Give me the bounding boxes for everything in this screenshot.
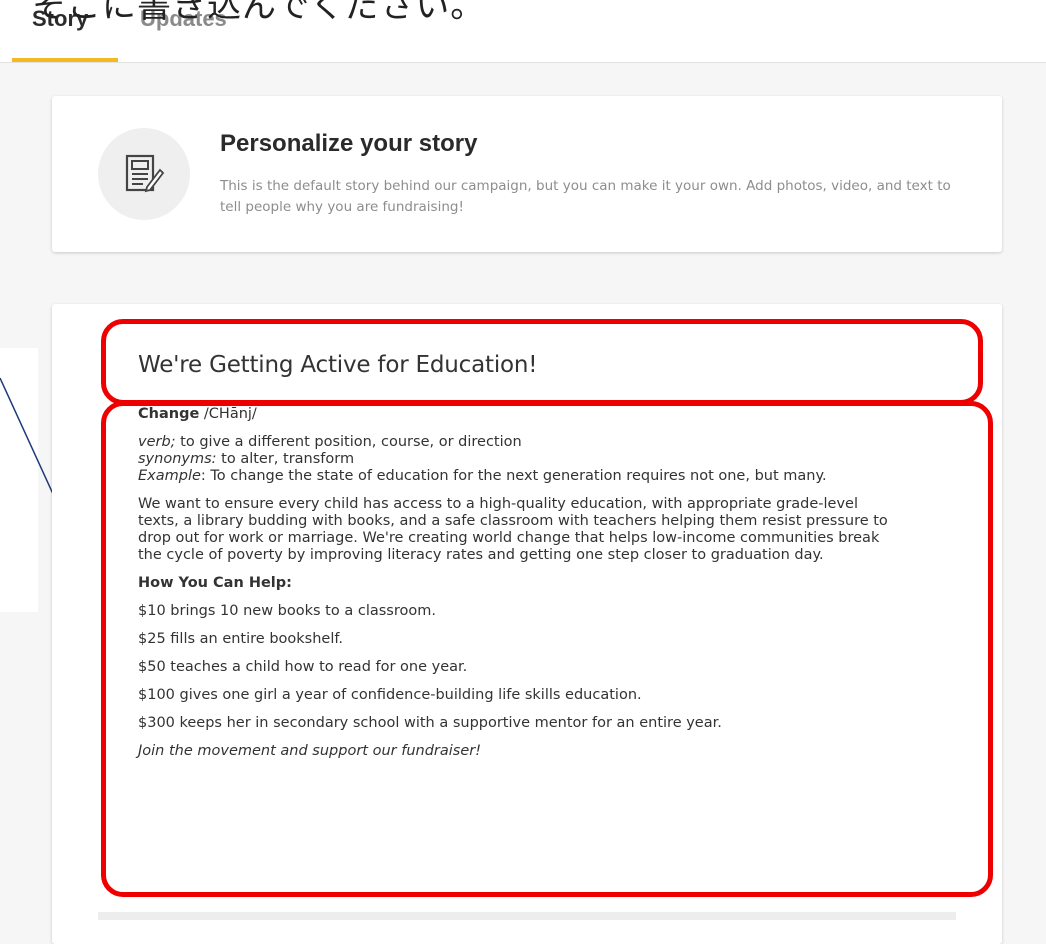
help-item: $300 keeps her in secondary school with … <box>138 715 722 731</box>
story-paragraph: We want to ensure every child has access… <box>138 496 888 563</box>
definition-block: verb; to give a different position, cour… <box>138 434 898 485</box>
help-item: $100 gives one girl a year of confidence… <box>138 687 642 703</box>
story-body[interactable]: Change /CHānj/ verb; to give a different… <box>138 406 898 771</box>
edit-document-icon <box>98 128 190 220</box>
editor-toolbar-edge <box>98 912 956 920</box>
example-label: Example <box>138 468 201 484</box>
active-tab-indicator <box>12 58 118 62</box>
example-text: : To change the state of education for t… <box>200 468 827 484</box>
help-heading: How You Can Help: <box>138 575 898 592</box>
definition-heading: Change /CHānj/ <box>138 406 898 423</box>
closing-line: Join the movement and support our fundra… <box>138 743 898 760</box>
part-of-speech: verb; <box>138 434 176 450</box>
annotation-overlay-text: そこに書き込んでください。 <box>32 0 486 26</box>
closing-text: Join the movement and support our fundra… <box>138 743 482 759</box>
personalize-description: This is the default story behind our cam… <box>220 178 951 215</box>
definition-text: to give a different position, course, or… <box>175 434 522 450</box>
help-item: $50 teaches a child how to read for one … <box>138 659 468 675</box>
synonyms-label: synonyms: <box>138 451 217 467</box>
help-heading-text: How You Can Help: <box>138 575 292 591</box>
story-card: We're Getting Active for Education! Chan… <box>52 304 1002 944</box>
help-item: $10 brings 10 new books to a classroom. <box>138 603 436 619</box>
defined-word: Change <box>138 406 200 422</box>
synonyms-text: to alter, transform <box>216 451 355 467</box>
story-title[interactable]: We're Getting Active for Education! <box>138 352 537 378</box>
help-item: $25 fills an entire bookshelf. <box>138 631 344 647</box>
pronunciation: /CHānj/ <box>199 406 257 422</box>
side-panel <box>0 348 38 612</box>
personalize-card: Personalize your story This is the defau… <box>52 96 1002 252</box>
personalize-title: Personalize your story <box>220 130 478 157</box>
